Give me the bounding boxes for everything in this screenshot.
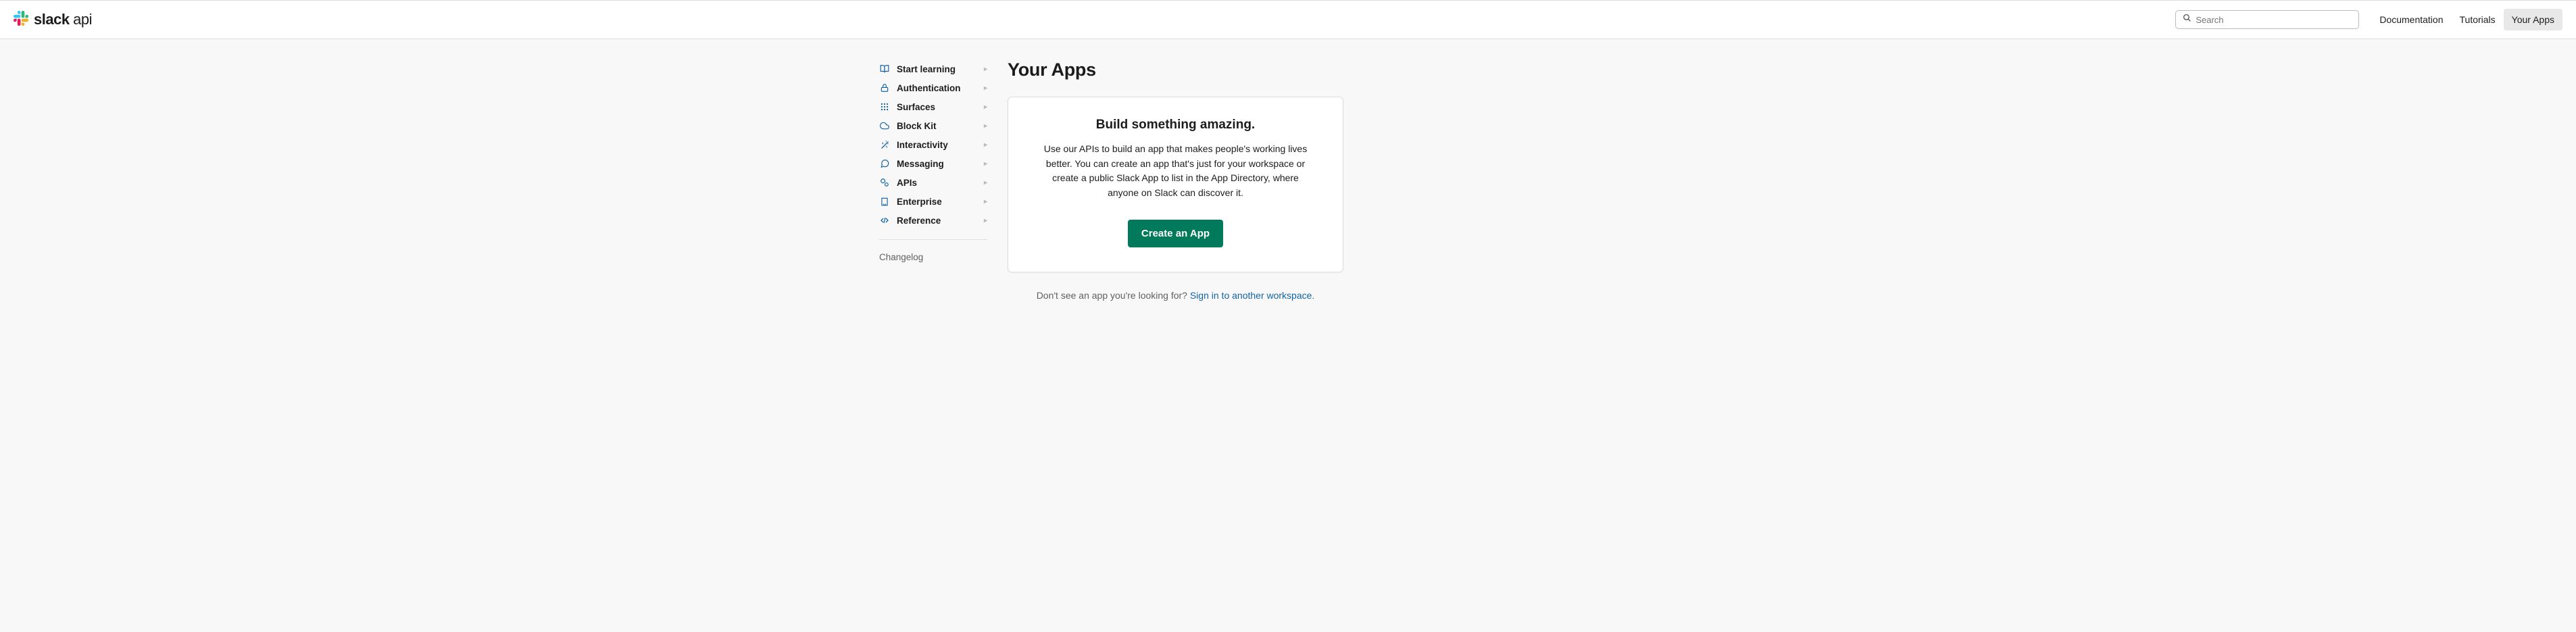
brand-logo[interactable]: slack api [14,11,92,29]
chevron-right-icon: ▸ [984,160,987,168]
create-app-button[interactable]: Create an App [1128,220,1223,247]
sidebar-label: Block Kit [897,121,937,131]
create-app-card: Build something amazing. Use our APIs to… [1008,97,1343,272]
card-heading: Build something amazing. [1041,118,1310,132]
sidebar: Start learning ▸ Authentication ▸ Surfac… [879,59,987,301]
sidebar-changelog[interactable]: Changelog [879,249,987,265]
wand-icon [879,139,890,150]
sidebar-item-apis[interactable]: APIs ▸ [879,173,987,192]
cloud-icon [879,120,890,131]
sidebar-item-enterprise[interactable]: Enterprise ▸ [879,192,987,211]
nav-documentation[interactable]: Documentation [2371,9,2451,30]
chat-icon [879,158,890,169]
sidebar-item-reference[interactable]: Reference ▸ [879,211,987,230]
sidebar-label: Interactivity [897,140,948,150]
sidebar-label: Reference [897,216,941,226]
lock-icon [879,82,890,93]
chevron-right-icon: ▸ [984,66,987,73]
chevron-right-icon: ▸ [984,198,987,205]
nav-your-apps[interactable]: Your Apps [2504,9,2562,30]
chevron-right-icon: ▸ [984,103,987,111]
main-content: Your Apps Build something amazing. Use o… [1008,59,1697,301]
chevron-right-icon: ▸ [984,141,987,149]
grid-icon [879,101,890,112]
below-card-text: Don't see an app you're looking for? Sig… [1008,290,1343,301]
sidebar-item-authentication[interactable]: Authentication ▸ [879,78,987,97]
chevron-right-icon: ▸ [984,217,987,224]
card-body: Use our APIs to build an app that makes … [1041,142,1310,201]
sidebar-item-block-kit[interactable]: Block Kit ▸ [879,116,987,135]
chevron-right-icon: ▸ [984,179,987,187]
slack-logo-icon [14,11,28,29]
nav-tutorials[interactable]: Tutorials [2452,9,2504,30]
brand-text: slack api [34,11,92,28]
building-icon [879,196,890,207]
search-box[interactable] [2175,10,2359,29]
sidebar-item-messaging[interactable]: Messaging ▸ [879,154,987,173]
book-icon [879,64,890,74]
sidebar-item-surfaces[interactable]: Surfaces ▸ [879,97,987,116]
sidebar-label: Enterprise [897,197,942,207]
chevron-right-icon: ▸ [984,84,987,92]
sidebar-label: Start learning [897,64,956,74]
sidebar-item-interactivity[interactable]: Interactivity ▸ [879,135,987,154]
search-input[interactable] [2196,15,2352,25]
gears-icon [879,177,890,188]
code-icon [879,215,890,226]
sidebar-label: Messaging [897,159,944,169]
sidebar-item-start-learning[interactable]: Start learning ▸ [879,59,987,78]
top-nav: Documentation Tutorials Your Apps [2371,9,2562,30]
sidebar-label: Surfaces [897,102,935,112]
sign-in-link[interactable]: Sign in to another workspace [1190,290,1312,301]
sidebar-label: APIs [897,178,917,188]
chevron-right-icon: ▸ [984,122,987,130]
page-title: Your Apps [1008,59,1697,80]
top-bar: slack api Documentation Tutorials Your A… [0,0,2576,39]
sidebar-label: Authentication [897,83,961,93]
search-icon [2183,14,2196,26]
